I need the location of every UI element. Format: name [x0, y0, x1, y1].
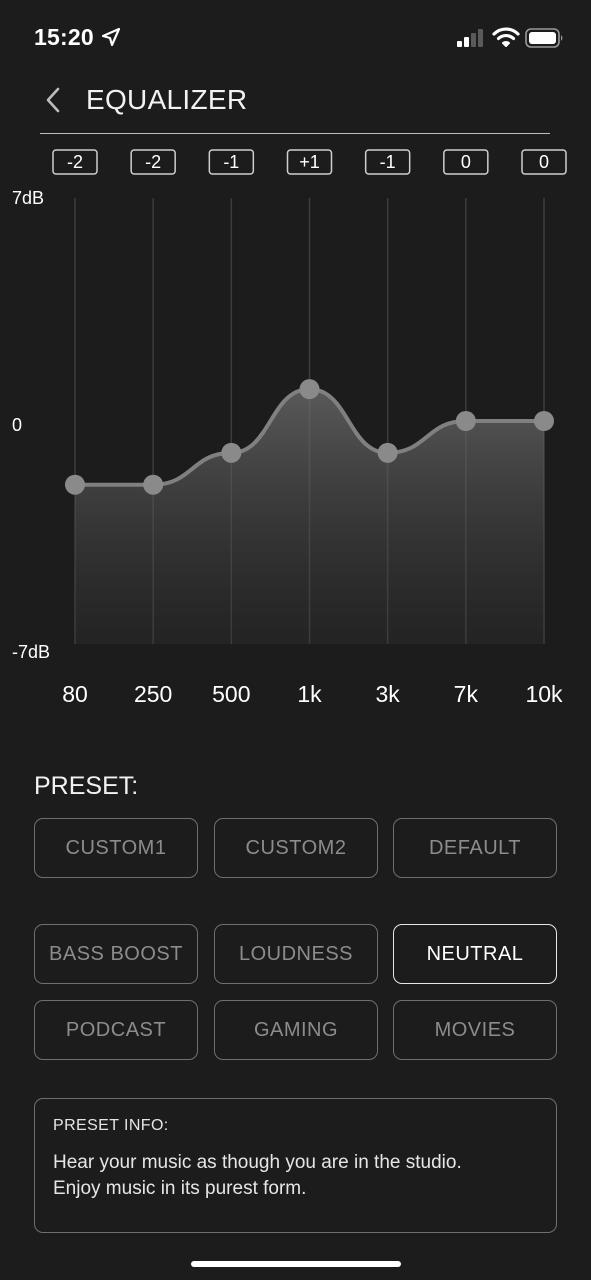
- x-tick-label-80: 80: [62, 681, 88, 707]
- back-button[interactable]: [40, 82, 68, 118]
- x-tick-label-500: 500: [212, 681, 250, 707]
- preset-button-movies[interactable]: MOVIES: [393, 1000, 557, 1060]
- preset-button-neutral[interactable]: NEUTRAL: [393, 924, 557, 984]
- status-time: 15:20: [34, 24, 94, 50]
- x-tick-label-250: 250: [134, 681, 172, 707]
- eq-band-handle-250[interactable]: [143, 474, 164, 495]
- y-tick-label: -7dB: [12, 642, 50, 662]
- equalizer-chart-svg[interactable]: -2 -2 -1 +1 -1 0 0 7dB 0 -7dB 80 250 500 1k 3k 7k 10k: [0, 140, 591, 720]
- preset-button-loudness[interactable]: LOUDNESS: [214, 924, 378, 984]
- band-value-label-80: -2: [67, 152, 83, 172]
- band-value-label-250: -2: [145, 152, 161, 172]
- preset-info-text: Hear your music as though you are in the…: [53, 1150, 538, 1202]
- eq-band-handle-10k[interactable]: [534, 411, 554, 431]
- band-value-label-10k: 0: [539, 152, 549, 172]
- preset-button-custom2[interactable]: CUSTOM2: [214, 818, 378, 878]
- preset-button-bass-boost[interactable]: BASS BOOST: [34, 924, 198, 984]
- band-value-label-7k: 0: [461, 152, 471, 172]
- x-tick-label-1k: 1k: [297, 681, 322, 707]
- x-tick-label-3k: 3k: [376, 681, 401, 707]
- battery-icon: [525, 28, 563, 48]
- preset-heading: PRESET:: [34, 772, 139, 800]
- preset-info-title: PRESET INFO:: [53, 1117, 169, 1134]
- home-indicator[interactable]: [191, 1261, 401, 1267]
- preset-info-box: PRESET INFO: Hear your music as though y…: [34, 1098, 557, 1233]
- equalizer-chart[interactable]: -2 -2 -1 +1 -1 0 0 7dB 0 -7dB 80 250 500 1k 3k 7k 10k: [0, 140, 591, 720]
- x-tick-label-7k: 7k: [454, 681, 479, 707]
- eq-band-handle-7k[interactable]: [455, 411, 476, 431]
- eq-band-handle-80[interactable]: [65, 474, 85, 495]
- y-tick-label: 0: [12, 415, 22, 435]
- page-title: EQUALIZER: [86, 84, 248, 115]
- preset-button-custom1[interactable]: CUSTOM1: [34, 818, 198, 878]
- preset-info-line-1: Hear your music as though you are in the…: [53, 1152, 462, 1173]
- eq-band-handle-500[interactable]: [221, 442, 242, 463]
- preset-button-podcast[interactable]: PODCAST: [34, 1000, 198, 1060]
- band-value-label-3k: -1: [380, 152, 396, 172]
- chevron-left-icon: [46, 87, 60, 113]
- nav-header: EQUALIZER: [40, 76, 550, 134]
- eq-band-handle-3k[interactable]: [377, 442, 398, 463]
- eq-curve-fill: [75, 389, 544, 644]
- band-value-label-1k: +1: [299, 152, 320, 172]
- preset-button-gaming[interactable]: GAMING: [214, 1000, 378, 1060]
- status-bar: 15:20: [0, 0, 591, 76]
- location-arrow-icon: [101, 27, 121, 47]
- eq-band-handle-1k[interactable]: [299, 379, 320, 400]
- preset-button-default[interactable]: DEFAULT: [393, 818, 557, 878]
- preset-info-line-2: Enjoy music in its purest form.: [53, 1178, 307, 1199]
- wifi-icon: [492, 27, 520, 47]
- y-tick-label: 7dB: [12, 188, 44, 208]
- x-tick-label-10k: 10k: [525, 681, 563, 707]
- cellular-signal-icon: [457, 29, 483, 47]
- band-value-label-500: -1: [223, 152, 239, 172]
